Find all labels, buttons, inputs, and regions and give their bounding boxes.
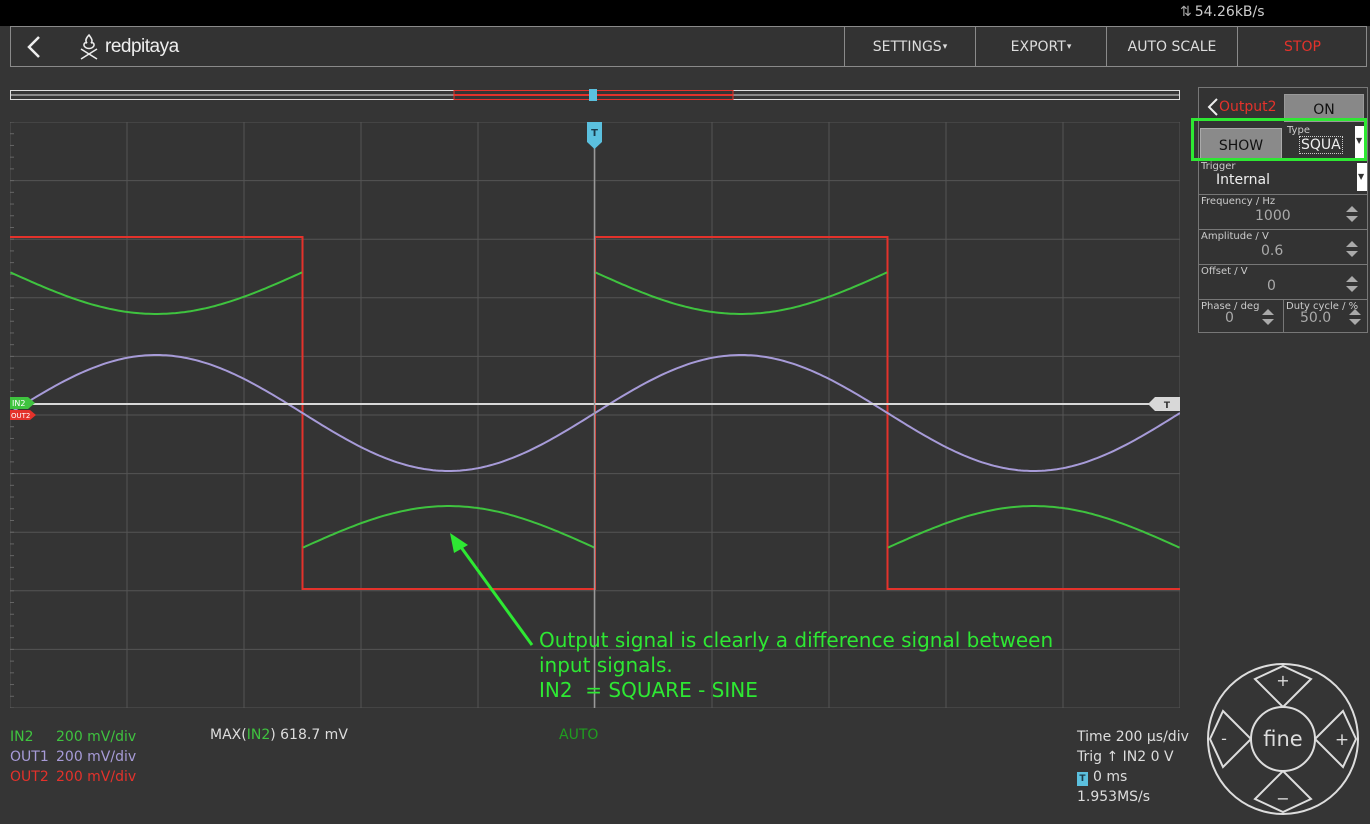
app-header: redpitaya SETTINGS ▾ EXPORT ▾ AUTO SCALE S… xyxy=(10,26,1367,67)
settings-label: SETTINGS xyxy=(872,38,942,55)
frequency-value: 1000 xyxy=(1255,208,1291,224)
redpitaya-logo-icon xyxy=(80,33,98,60)
trigger-value: IN2 0 V xyxy=(1122,749,1174,765)
buffer-navigator[interactable] xyxy=(10,89,1180,101)
transfer-icon: ⇅ xyxy=(1180,4,1192,20)
offset-field[interactable]: Offset / V 0 xyxy=(1199,264,1367,299)
output2-title: Output2 xyxy=(1219,99,1277,115)
channel-name: OUT1 xyxy=(10,749,49,765)
joystick-left-button[interactable] xyxy=(1208,709,1253,769)
time-per-div: Time 200 µs/div xyxy=(1077,729,1189,745)
back-button[interactable] xyxy=(23,33,47,61)
channel-row-out2[interactable]: OUT2 200 mV/div xyxy=(10,767,136,787)
measurement-readout: MAX(IN2) 618.7 mV xyxy=(210,727,348,743)
channel-scale: 200 mV/div xyxy=(56,729,137,745)
amplitude-value: 0.6 xyxy=(1261,243,1284,259)
output2-back-button[interactable]: Output2 xyxy=(1207,97,1277,117)
export-menu-button[interactable]: EXPORT ▾ xyxy=(975,27,1106,66)
logo-text: redpitaya xyxy=(105,36,179,57)
network-speed: ⇅ 54.26kB/s xyxy=(1180,4,1265,20)
auto-scale-button[interactable]: AUTO SCALE xyxy=(1106,27,1237,66)
redpitaya-logo: redpitaya xyxy=(77,33,179,61)
caret-down-icon: ▼ xyxy=(1358,172,1365,181)
annotation-text: Output signal is clearly a difference si… xyxy=(539,628,1053,703)
chevron-left-icon xyxy=(27,36,40,58)
measurement-channel: IN2 xyxy=(246,727,271,743)
phase-value: 0 xyxy=(1225,310,1234,326)
offset-label: Offset / V xyxy=(1201,266,1248,277)
phase-field[interactable]: Phase / deg 0 xyxy=(1199,299,1284,332)
measurement-value: ) 618.7 mV xyxy=(270,727,348,743)
amplitude-label: Amplitude / V xyxy=(1201,231,1269,242)
offset-stepper-icon[interactable] xyxy=(1345,274,1359,294)
highlight-box xyxy=(1191,118,1367,161)
trigger-select[interactable]: Trigger Internal ▼ xyxy=(1199,161,1367,194)
trigger-info: Trig ↑ IN2 0 V xyxy=(1077,747,1189,767)
on-label: ON xyxy=(1313,102,1335,118)
trigger-offset-icon: T xyxy=(1077,772,1088,786)
channel-scale: 200 mV/div xyxy=(56,769,137,785)
annotation-arrow xyxy=(450,533,534,646)
phase-stepper-icon[interactable] xyxy=(1261,307,1275,327)
channel-name: IN2 xyxy=(10,729,34,745)
frequency-stepper-icon[interactable] xyxy=(1345,204,1359,224)
trigger-mode: AUTO xyxy=(559,727,599,743)
plus-icon: + xyxy=(1335,730,1349,750)
caret-down-icon: ▾ xyxy=(1066,41,1072,52)
minus-icon: - xyxy=(1221,729,1227,748)
duty-cycle-value: 50.0 xyxy=(1300,310,1332,326)
channel-scales: IN2 200 mV/div OUT1 200 mV/div OUT2 200 mV/… xyxy=(10,727,136,787)
annotation-line-3: IN2 = SQUARE - SINE xyxy=(539,678,758,702)
trigger-label: Trigger xyxy=(1201,161,1236,172)
chevron-left-icon xyxy=(1207,98,1218,116)
minus-icon: − xyxy=(1276,789,1289,808)
trigger-offset: T 0 ms xyxy=(1077,767,1189,787)
channel-scale: 200 mV/div xyxy=(56,749,137,765)
stop-label: STOP xyxy=(1284,38,1321,55)
plus-icon: + xyxy=(1276,671,1289,690)
duty-cycle-stepper-icon[interactable] xyxy=(1348,307,1362,327)
trigger-level-marker-label: T xyxy=(1164,401,1171,411)
status-bar: ⇅ 54.26kB/s xyxy=(0,0,1370,26)
annotation-line-2: input signals. xyxy=(539,653,673,677)
channel-row-out1[interactable]: OUT1 200 mV/div xyxy=(10,747,136,767)
offset-value: 0 xyxy=(1267,278,1276,294)
in2-offset-marker-label: IN2 xyxy=(12,399,25,408)
annotation-line-1: Output signal is clearly a difference si… xyxy=(539,628,1054,652)
channel-name: OUT2 xyxy=(10,769,49,785)
stop-button[interactable]: STOP xyxy=(1237,27,1367,66)
network-speed-value: 54.26kB/s xyxy=(1194,4,1265,20)
trigger-value: Internal xyxy=(1216,172,1270,188)
amplitude-stepper-icon[interactable] xyxy=(1345,239,1359,259)
amplitude-field[interactable]: Amplitude / V 0.6 xyxy=(1199,229,1367,264)
settings-menu-button[interactable]: SETTINGS ▾ xyxy=(844,27,975,66)
fine-label: fine xyxy=(1263,727,1302,751)
trigger-time-marker-label: T xyxy=(591,128,598,139)
channel-row-in2[interactable]: IN2 200 mV/div xyxy=(10,727,136,747)
sample-rate: 1.953MS/s xyxy=(1077,789,1151,805)
auto-scale-label: AUTO SCALE xyxy=(1127,38,1217,55)
duty-cycle-field[interactable]: Duty cycle / % 50.0 xyxy=(1284,299,1367,332)
out2-offset-marker-label: OUT2 xyxy=(11,412,30,420)
trigger-dropdown-arrow[interactable]: ▼ xyxy=(1357,163,1367,191)
timebase-info: Time 200 µs/div Trig ↑ IN2 0 V T 0 ms 1.9… xyxy=(1077,727,1189,807)
navigation-joystick: fine + − - + xyxy=(1207,663,1359,815)
frequency-field[interactable]: Frequency / Hz 1000 xyxy=(1199,194,1367,229)
navigator-trigger-handle[interactable] xyxy=(589,89,597,101)
trigger-offset-value: 0 ms xyxy=(1093,769,1128,785)
frequency-label: Frequency / Hz xyxy=(1201,196,1276,207)
export-label: EXPORT xyxy=(1010,38,1066,55)
rising-edge-icon: ↑ xyxy=(1106,749,1119,765)
trigger-prefix: Trig xyxy=(1077,749,1103,765)
caret-down-icon: ▾ xyxy=(942,41,948,52)
measurement-prefix: MAX( xyxy=(210,727,247,743)
oscilloscope-plot[interactable]: T T IN2 OUT2 xyxy=(10,122,1180,708)
